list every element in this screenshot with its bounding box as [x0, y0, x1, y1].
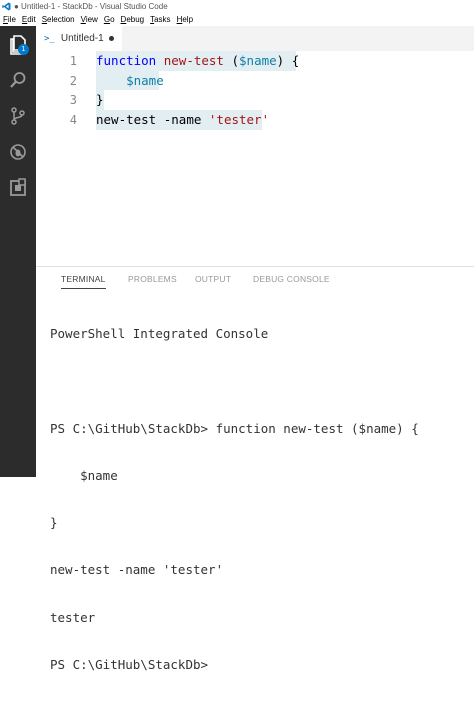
vscode-logo-icon — [2, 2, 11, 11]
activity-bar: 1 — [0, 26, 36, 477]
code-line: $name — [126, 73, 164, 88]
terminal-output[interactable]: PowerShell Integrated Console PS C:\GitH… — [50, 295, 419, 703]
menu-label: dit — [27, 15, 36, 24]
terminal-line: tester — [50, 609, 96, 625]
code-line: function new-test ($name) { — [96, 53, 300, 68]
tab-label: Untitled-1 — [60, 33, 104, 44]
menu-go[interactable]: Go — [104, 15, 115, 24]
code-line: } — [96, 92, 104, 107]
panel-tabs: TERMINAL PROBLEMS OUTPUT DEBUG CONSOLE — [36, 267, 474, 291]
terminal-prompt: PS C:\GitHub\StackDb> — [50, 657, 209, 673]
code-editor[interactable]: 1 2 3 4 function new-test ($name) { $nam… — [36, 51, 474, 266]
menu-label: election — [47, 15, 75, 24]
menu-debug[interactable]: Debug — [121, 15, 145, 24]
debug-icon — [10, 144, 26, 160]
extensions-icon — [10, 178, 26, 196]
line-number: 1 — [69, 54, 77, 68]
line-number: 4 — [69, 113, 77, 127]
code-line: new-test -name 'tester' — [96, 112, 270, 127]
menu-edit[interactable]: Edit — [22, 15, 36, 24]
line-number: 3 — [69, 93, 77, 107]
source-control-button[interactable] — [0, 99, 36, 133]
terminal-line: new-test -name 'tester' — [50, 562, 224, 578]
menu-view[interactable]: View — [81, 15, 98, 24]
unsaved-dot-icon[interactable] — [109, 36, 114, 41]
menu-label: o — [110, 15, 115, 24]
menu-help[interactable]: Help — [177, 15, 193, 24]
search-button[interactable] — [0, 63, 36, 97]
source-control-icon — [11, 107, 25, 125]
menu-selection[interactable]: Selection — [42, 15, 75, 24]
search-icon — [10, 72, 26, 88]
bottom-panel: TERMINAL PROBLEMS OUTPUT DEBUG CONSOLE P… — [36, 266, 474, 672]
menu-label: elp — [182, 15, 194, 24]
extensions-button[interactable] — [0, 171, 36, 205]
line-number: 2 — [69, 74, 77, 88]
tab-problems[interactable]: PROBLEMS — [128, 274, 177, 284]
terminal-line: PowerShell Integrated Console — [50, 326, 269, 341]
explorer-badge: 1 — [18, 44, 29, 55]
code-area[interactable]: function new-test ($name) { $name } new-… — [96, 51, 299, 216]
tab-output[interactable]: OUTPUT — [195, 274, 231, 284]
tab-debug-console[interactable]: DEBUG CONSOLE — [253, 274, 330, 284]
menu-tasks[interactable]: Tasks — [150, 15, 170, 24]
terminal-line: } — [50, 515, 58, 531]
window-title: ● Untitled-1 - StackDb - Visual Studio C… — [14, 2, 168, 11]
menu-label: ile — [7, 15, 16, 24]
menu-bar: File Edit Selection View Go Debug Tasks Help — [0, 13, 474, 26]
menu-label: ebug — [126, 15, 145, 24]
explorer-button[interactable]: 1 — [0, 28, 36, 62]
tab-terminal[interactable]: TERMINAL — [61, 274, 106, 289]
editor-tab-bar: >_ Untitled-1 — [36, 26, 474, 51]
debug-button[interactable] — [0, 135, 36, 169]
tab-untitled-1[interactable]: >_ Untitled-1 — [36, 26, 122, 51]
title-bar: ● Untitled-1 - StackDb - Visual Studio C… — [0, 0, 474, 13]
terminal-line: PS C:\GitHub\StackDb> function new-test … — [50, 420, 419, 436]
menu-label: asks — [154, 15, 171, 24]
menu-file[interactable]: File — [3, 15, 16, 24]
terminal-line: $name — [50, 467, 118, 483]
powershell-icon: >_ — [44, 33, 55, 44]
menu-label: iew — [85, 15, 98, 24]
line-number-gutter: 1 2 3 4 — [36, 51, 96, 266]
